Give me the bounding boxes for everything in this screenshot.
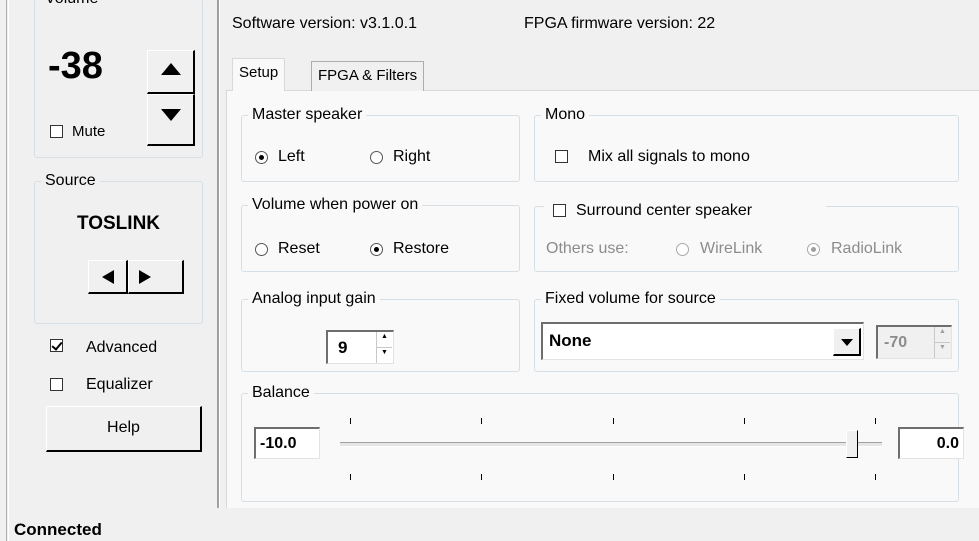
spin-down-icon[interactable]: ▼ (935, 343, 950, 359)
triangle-up-icon (161, 63, 181, 75)
mix-mono-checkbox[interactable] (555, 150, 568, 163)
volume-down-button[interactable] (147, 94, 195, 146)
balance-right-value-box: 0.0 (898, 427, 964, 459)
volume-power-on-group-label: Volume when power on (252, 196, 419, 213)
analog-gain-spinner[interactable]: 9 ▲ ▼ (326, 330, 394, 364)
balance-tick-bottom (744, 474, 745, 480)
mute-label: Mute (72, 123, 106, 140)
radiolink-label: RadioLink (831, 240, 903, 257)
source-value: TOSLINK (76, 213, 161, 234)
mix-mono-label: Mix all signals to mono (588, 148, 750, 165)
advanced-checkbox[interactable] (50, 339, 63, 352)
fixed-volume-selected: None (549, 331, 592, 350)
spin-up-icon[interactable]: ▲ (377, 332, 392, 348)
panel-separator-highlight (219, 0, 220, 508)
dropdown-button[interactable] (833, 328, 861, 356)
triangle-left-icon (102, 270, 114, 284)
source-next-button[interactable] (128, 260, 184, 294)
master-right-radio[interactable] (370, 151, 383, 164)
equalizer-label: Equalizer (86, 376, 153, 393)
triangle-right-icon (139, 270, 151, 284)
balance-left-value: -10.0 (260, 435, 297, 452)
master-right-label: Right (393, 148, 431, 165)
balance-tick-bottom (613, 474, 614, 480)
source-prev-button[interactable] (88, 260, 128, 294)
balance-tick-bottom (481, 474, 482, 480)
volume-power-on-group: Volume when power on (241, 196, 520, 272)
fixed-volume-level-spinner[interactable]: -70 ▲ ▼ (876, 325, 952, 359)
balance-tick-top (613, 418, 614, 424)
balance-tick-top (350, 418, 351, 424)
master-speaker-group: Master speaker (241, 106, 520, 182)
balance-tick-bottom (350, 474, 351, 480)
help-button[interactable]: Help (46, 406, 202, 452)
spin-down-icon[interactable]: ▼ (377, 348, 392, 364)
master-speaker-group-label: Master speaker (252, 106, 363, 123)
restore-radio[interactable] (370, 243, 383, 256)
surround-checkbox[interactable] (553, 204, 566, 217)
mono-group-label: Mono (545, 106, 586, 123)
restore-label: Restore (393, 240, 450, 257)
advanced-label: Advanced (86, 339, 158, 356)
balance-tick-bottom (875, 474, 876, 480)
surround-label: Surround center speaker (576, 202, 753, 219)
level-spin-buttons[interactable]: ▲ ▼ (934, 327, 950, 358)
analog-gain-group-label: Analog input gain (252, 290, 376, 307)
others-use-label: Others use: (546, 240, 629, 257)
balance-left-value-box: -10.0 (254, 427, 320, 459)
equalizer-checkbox[interactable] (50, 378, 63, 391)
window-left-highlight (8, 0, 9, 541)
tab-setup[interactable]: Setup (232, 58, 286, 91)
fixed-volume-group-label: Fixed volume for source (545, 290, 716, 307)
mono-group: Mono (534, 106, 959, 182)
volume-value: -38 (48, 45, 103, 87)
fpga-firmware-version: FPGA firmware version: 22 (524, 15, 716, 32)
balance-tick-top (481, 418, 482, 424)
tab-fpga-filters[interactable]: FPGA & Filters (311, 61, 425, 91)
mute-checkbox[interactable] (50, 125, 63, 138)
fixed-volume-level: -70 (884, 334, 908, 351)
balance-slider-thumb[interactable] (846, 430, 859, 458)
reset-label: Reset (278, 240, 320, 257)
window-left-border (6, 0, 7, 541)
analog-gain-value: 9 (338, 338, 348, 357)
balance-right-value: 0.0 (936, 435, 959, 452)
analog-gain-spin-buttons[interactable]: ▲ ▼ (376, 332, 392, 363)
source-group-label: Source (45, 172, 96, 189)
volume-up-button[interactable] (147, 50, 195, 94)
source-group: Source (34, 172, 203, 324)
master-left-label: Left (278, 148, 305, 165)
fixed-volume-select[interactable]: None (541, 322, 864, 360)
reset-radio[interactable] (255, 243, 268, 256)
chevron-down-icon (841, 339, 853, 346)
balance-slider-track[interactable] (340, 442, 882, 447)
triangle-down-icon (161, 109, 181, 121)
balance-group-label: Balance (252, 384, 310, 401)
balance-tick-top (875, 418, 876, 424)
volume-group-label: Volume (41, 0, 102, 8)
master-left-radio[interactable] (255, 151, 268, 164)
connection-status: Connected (14, 520, 102, 539)
wirelink-label: WireLink (700, 240, 763, 257)
radiolink-radio[interactable] (807, 243, 820, 256)
balance-tick-top (744, 418, 745, 424)
software-version: Software version: v3.1.0.1 (232, 15, 417, 32)
wirelink-radio[interactable] (676, 243, 689, 256)
spin-up-icon[interactable]: ▲ (935, 327, 950, 343)
